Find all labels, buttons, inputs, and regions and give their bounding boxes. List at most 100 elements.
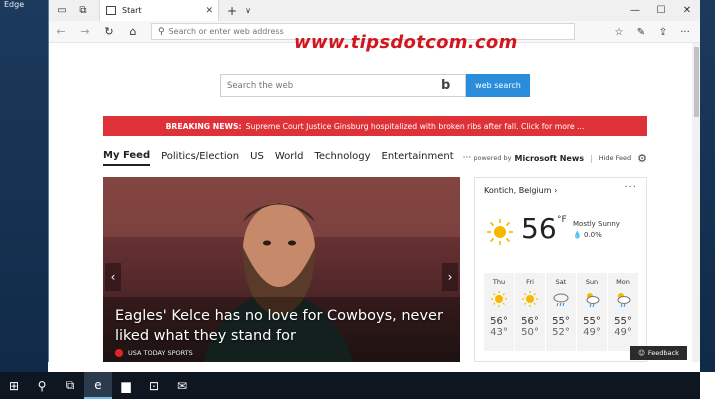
- scrollbar[interactable]: [692, 43, 700, 362]
- close-icon[interactable]: ✕: [674, 0, 700, 21]
- tab-entertainment[interactable]: Entertainment: [382, 151, 454, 165]
- share-icon[interactable]: ⇪: [652, 27, 674, 38]
- tab-us[interactable]: US: [250, 151, 264, 165]
- forecast-day[interactable]: Fri 56° 50°: [515, 273, 545, 351]
- precipitation: 💧 0.0%: [573, 231, 602, 239]
- desktop-right: [700, 0, 715, 372]
- forecast: Thu 56° 43° Fri 56° 50° Sat 55° 52° Sun …: [484, 273, 639, 351]
- high-temp: 56°: [521, 316, 539, 327]
- source-name: USA TODAY SPORTS: [128, 349, 193, 357]
- store-icon[interactable]: ⊡: [140, 372, 168, 399]
- hero-story[interactable]: ‹ › Eagles' Kelce has no love for Cowboy…: [103, 177, 460, 362]
- search-box[interactable]: b: [220, 74, 466, 97]
- sun-icon: [491, 291, 507, 307]
- breaking-text: Supreme Court Justice Ginsburg hospitali…: [245, 121, 585, 131]
- watermark: www.tipsdotcom.com: [294, 32, 518, 53]
- taskbar: ⊞ ⚲ ⧉ e ▆ ⊡ ✉: [0, 372, 700, 399]
- minimize-icon[interactable]: —: [622, 0, 648, 21]
- desktop-icon-label[interactable]: Edge: [4, 0, 24, 9]
- feedback-button[interactable]: ☺ Feedback: [630, 346, 687, 360]
- favorites-icon[interactable]: ☆: [608, 27, 630, 38]
- tab-technology[interactable]: Technology: [314, 151, 370, 165]
- start-icon[interactable]: ⊞: [0, 372, 28, 399]
- browser-window: ▭ ⧉ Start ✕ + ∨ — ☐ ✕ ← → ↻ ⌂ ⚲ ☆ ✎ ⇪ ··…: [48, 0, 700, 362]
- tabs-aside-icon[interactable]: ⧉: [75, 3, 91, 19]
- provider-name: Microsoft News: [514, 153, 585, 163]
- scrollbar-thumb[interactable]: [694, 47, 699, 117]
- current-temperature: 56: [521, 212, 557, 245]
- low-temp: 43°: [490, 327, 508, 338]
- partly-sunny-rain-icon: [617, 293, 631, 308]
- low-temp: 50°: [521, 327, 539, 338]
- day-name: Mon: [616, 278, 630, 286]
- web-search-button[interactable]: web search: [466, 74, 530, 97]
- low-temp: 49°: [614, 327, 632, 338]
- low-temp: 49°: [583, 327, 601, 338]
- gear-icon[interactable]: ⚙: [637, 152, 647, 165]
- folder-icon[interactable]: ▆: [112, 372, 140, 399]
- low-temp: 52°: [552, 327, 570, 338]
- precip-value: 0.0%: [583, 231, 602, 239]
- hero-headline[interactable]: Eagles' Kelce has no love for Cowboys, n…: [115, 306, 445, 346]
- forecast-day[interactable]: Sat 55° 52°: [546, 273, 576, 351]
- forecast-day[interactable]: Sun 55° 49°: [577, 273, 607, 351]
- day-name: Fri: [526, 278, 534, 286]
- set-aside-tabs-icon[interactable]: ▭: [54, 3, 70, 19]
- rain-icon: [553, 293, 569, 307]
- forecast-day[interactable]: Thu 56° 43°: [484, 273, 514, 351]
- chevron-down-icon[interactable]: ∨: [241, 6, 255, 15]
- background: [0, 399, 715, 407]
- title-bar: ▭ ⧉ Start ✕ + ∨ — ☐ ✕: [49, 0, 700, 21]
- desktop-left: Edge: [0, 0, 48, 372]
- weather-card: Kontich, Belgium › ··· 56 °F Mostly Sunn…: [474, 177, 647, 362]
- divider: |: [590, 153, 593, 163]
- source-logo-icon: [115, 349, 123, 357]
- page-content: b web search BREAKING NEWS: Supreme Cour…: [49, 43, 700, 362]
- page-icon: [106, 6, 116, 15]
- new-tab-icon[interactable]: +: [223, 4, 241, 18]
- breaking-label: BREAKING NEWS:: [165, 121, 242, 131]
- powered-by-label: powered by: [473, 154, 512, 162]
- home-icon[interactable]: ⌂: [121, 21, 145, 43]
- day-name: Sun: [585, 278, 599, 286]
- back-icon[interactable]: ←: [49, 21, 73, 43]
- mail-icon[interactable]: ✉: [168, 372, 196, 399]
- high-temp: 56°: [490, 316, 508, 327]
- tab-world[interactable]: World: [275, 151, 304, 165]
- bing-icon: b: [441, 78, 451, 93]
- high-temp: 55°: [583, 316, 601, 327]
- window-controls: — ☐ ✕: [622, 0, 700, 21]
- weather-location[interactable]: Kontich, Belgium ›: [484, 186, 557, 195]
- powered-by: powered by Microsoft News: [473, 154, 584, 163]
- tab-my-feed[interactable]: My Feed: [103, 150, 151, 166]
- feed-nav: My Feed Politics/Election US World Techn…: [103, 148, 647, 168]
- day-name: Thu: [492, 278, 506, 286]
- hide-feed-link[interactable]: Hide Feed: [599, 154, 631, 162]
- location-name: Kontich, Belgium: [484, 186, 552, 195]
- search-icon[interactable]: ⚲: [28, 372, 56, 399]
- more-icon[interactable]: ···: [674, 27, 696, 38]
- more-tabs-icon[interactable]: ···: [463, 153, 472, 163]
- sun-icon: [522, 291, 538, 307]
- forecast-day[interactable]: Mon 55° 49°: [608, 273, 638, 351]
- edge-icon[interactable]: e: [84, 372, 112, 399]
- search-input[interactable]: [227, 80, 437, 91]
- tab-start[interactable]: Start ✕: [99, 0, 219, 21]
- forward-icon[interactable]: →: [73, 21, 97, 43]
- refresh-icon[interactable]: ↻: [97, 21, 121, 43]
- maximize-icon[interactable]: ☐: [648, 0, 674, 21]
- previous-story-icon[interactable]: ‹: [105, 263, 121, 291]
- tab-politics-election[interactable]: Politics/Election: [161, 151, 239, 165]
- web-search: b web search: [220, 74, 530, 97]
- high-temp: 55°: [614, 316, 632, 327]
- temperature-unit[interactable]: °F: [557, 215, 567, 225]
- tab-title: Start: [122, 6, 142, 15]
- more-options-icon[interactable]: ···: [624, 182, 637, 193]
- sun-icon: [487, 219, 513, 245]
- notes-icon[interactable]: ✎: [630, 27, 652, 38]
- task-view-icon[interactable]: ⧉: [56, 372, 84, 399]
- close-tab-icon[interactable]: ✕: [205, 6, 213, 16]
- breaking-news-banner[interactable]: BREAKING NEWS: Supreme Court Justice Gin…: [103, 116, 647, 136]
- next-story-icon[interactable]: ›: [442, 263, 458, 291]
- feedback-label: Feedback: [647, 349, 679, 357]
